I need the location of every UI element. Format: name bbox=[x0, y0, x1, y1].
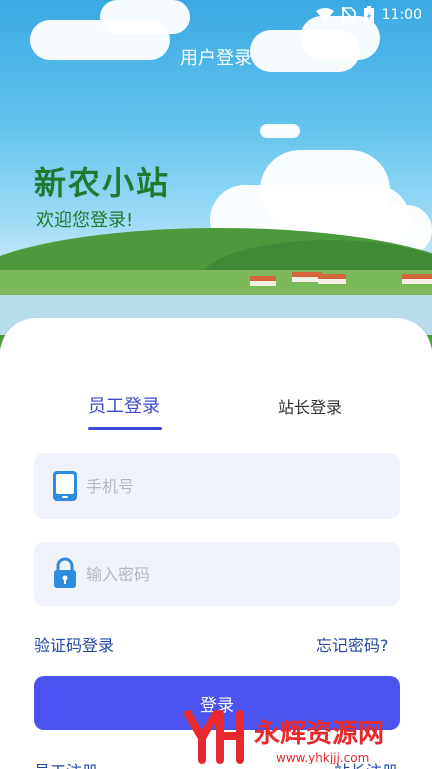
watermark-url: www.yhkjjj.com bbox=[276, 751, 369, 764]
watermark-logo: 永辉资源网 www.yhkjjj.com bbox=[184, 710, 384, 764]
cloud bbox=[260, 124, 300, 138]
password-input[interactable] bbox=[86, 542, 386, 606]
sms-code-login-link[interactable]: 验证码登录 bbox=[34, 632, 114, 656]
tab-active-indicator bbox=[88, 427, 162, 430]
house bbox=[318, 274, 346, 284]
tab-employee-login[interactable]: 员工登录 bbox=[88, 392, 160, 418]
welcome-text: 欢迎您登录! bbox=[36, 210, 134, 231]
phone-icon bbox=[53, 471, 77, 501]
brand-name: 新农小站 bbox=[34, 164, 171, 202]
lock-icon bbox=[54, 557, 76, 588]
status-icons: 11:00 bbox=[315, 6, 422, 24]
house bbox=[402, 274, 432, 284]
house bbox=[250, 276, 276, 286]
tab-station-login[interactable]: 站长登录 bbox=[278, 394, 342, 418]
phone-field[interactable] bbox=[34, 453, 400, 519]
clock-time: 11:00 bbox=[381, 7, 422, 23]
no-sim-icon bbox=[341, 7, 356, 23]
watermark-text: 永辉资源网 bbox=[254, 719, 384, 749]
password-field[interactable] bbox=[34, 542, 400, 606]
forgot-password-link[interactable]: 忘记密码? bbox=[316, 632, 389, 656]
status-bar: 11:00 bbox=[0, 0, 432, 30]
wifi-icon bbox=[315, 8, 334, 22]
employee-register-link[interactable]: 员工注册 bbox=[34, 758, 98, 769]
phone-input[interactable] bbox=[86, 453, 386, 519]
page-title: 用户登录 bbox=[180, 48, 252, 69]
battery-charging-icon bbox=[363, 6, 374, 24]
